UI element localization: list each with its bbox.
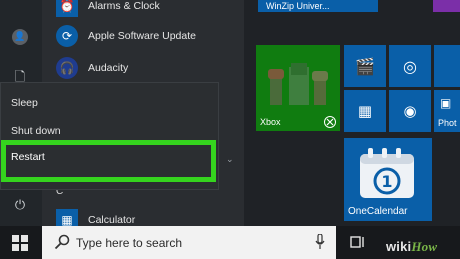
photos-tile[interactable]: ▣ Phot bbox=[434, 90, 460, 132]
watermark-how: How bbox=[411, 239, 438, 254]
task-view-icon[interactable] bbox=[350, 234, 366, 250]
restart-option[interactable]: Restart bbox=[1, 140, 216, 182]
camera-tile[interactable]: ◉ bbox=[389, 90, 431, 132]
xbox-label: Xbox bbox=[260, 117, 281, 127]
watermark-wiki: wiki bbox=[386, 239, 412, 254]
search-placeholder: Type here to search bbox=[76, 236, 183, 250]
tile-partial[interactable] bbox=[434, 45, 460, 87]
search-input[interactable]: Type here to search bbox=[42, 226, 336, 259]
photos-label: Phot bbox=[438, 118, 457, 128]
desktop-screen: 👤 🗋 ⏻ ⏰ Alarms & Clock ⟳ Apple Software … bbox=[0, 0, 460, 259]
app-label: Alarms & Clock bbox=[88, 0, 160, 12]
calculator-tile-icon: ▦ bbox=[357, 102, 373, 120]
list-item[interactable]: ⏰ Alarms & Clock bbox=[56, 0, 160, 18]
windows-start-icon[interactable] bbox=[12, 235, 28, 251]
app-label: Apple Software Update bbox=[88, 30, 196, 42]
apple-update-icon: ⟳ bbox=[56, 25, 78, 47]
restart-label: Restart bbox=[11, 151, 45, 163]
photos-icon: ▣ bbox=[440, 96, 452, 110]
list-item[interactable]: ⟳ Apple Software Update bbox=[56, 24, 196, 48]
purple-tile[interactable] bbox=[433, 0, 460, 12]
wikihow-watermark: wikiHow bbox=[386, 239, 437, 255]
shutdown-option[interactable]: Shut down bbox=[11, 125, 61, 137]
movies-tile[interactable]: 🎬 bbox=[344, 45, 386, 87]
webcam-icon: ◉ bbox=[403, 102, 417, 120]
search-icon bbox=[54, 234, 70, 250]
svg-text:1: 1 bbox=[381, 172, 392, 191]
list-item[interactable]: 🎧 Audacity bbox=[56, 56, 128, 80]
calculator-tile[interactable]: ▦ bbox=[344, 90, 386, 132]
user-icon[interactable]: 👤 bbox=[11, 28, 29, 46]
sleep-option[interactable]: Sleep bbox=[11, 97, 38, 109]
groove-tile[interactable]: ◎ bbox=[389, 45, 431, 87]
app-label: Calculator bbox=[88, 214, 136, 226]
audacity-icon: 🎧 bbox=[56, 57, 78, 79]
onecalendar-label: OneCalendar bbox=[348, 206, 408, 217]
chevron-down-icon[interactable]: ⌄ bbox=[226, 155, 234, 165]
power-icon[interactable]: ⏻ bbox=[11, 196, 29, 214]
clapperboard-icon: 🎬 bbox=[355, 56, 375, 76]
microphone-icon[interactable] bbox=[315, 234, 325, 250]
xbox-tile[interactable]: Xbox bbox=[256, 45, 340, 131]
calendar-icon: 1 bbox=[360, 148, 414, 198]
xbox-characters-image bbox=[268, 63, 328, 105]
xbox-logo-icon bbox=[324, 116, 336, 128]
winzip-tile[interactable]: WinZip Univer... bbox=[258, 0, 378, 12]
disc-icon: ◎ bbox=[403, 56, 417, 76]
alarm-clock-icon: ⏰ bbox=[56, 0, 78, 17]
onecalendar-tile[interactable]: 1 OneCalendar bbox=[344, 138, 432, 221]
app-label: Audacity bbox=[88, 62, 129, 74]
